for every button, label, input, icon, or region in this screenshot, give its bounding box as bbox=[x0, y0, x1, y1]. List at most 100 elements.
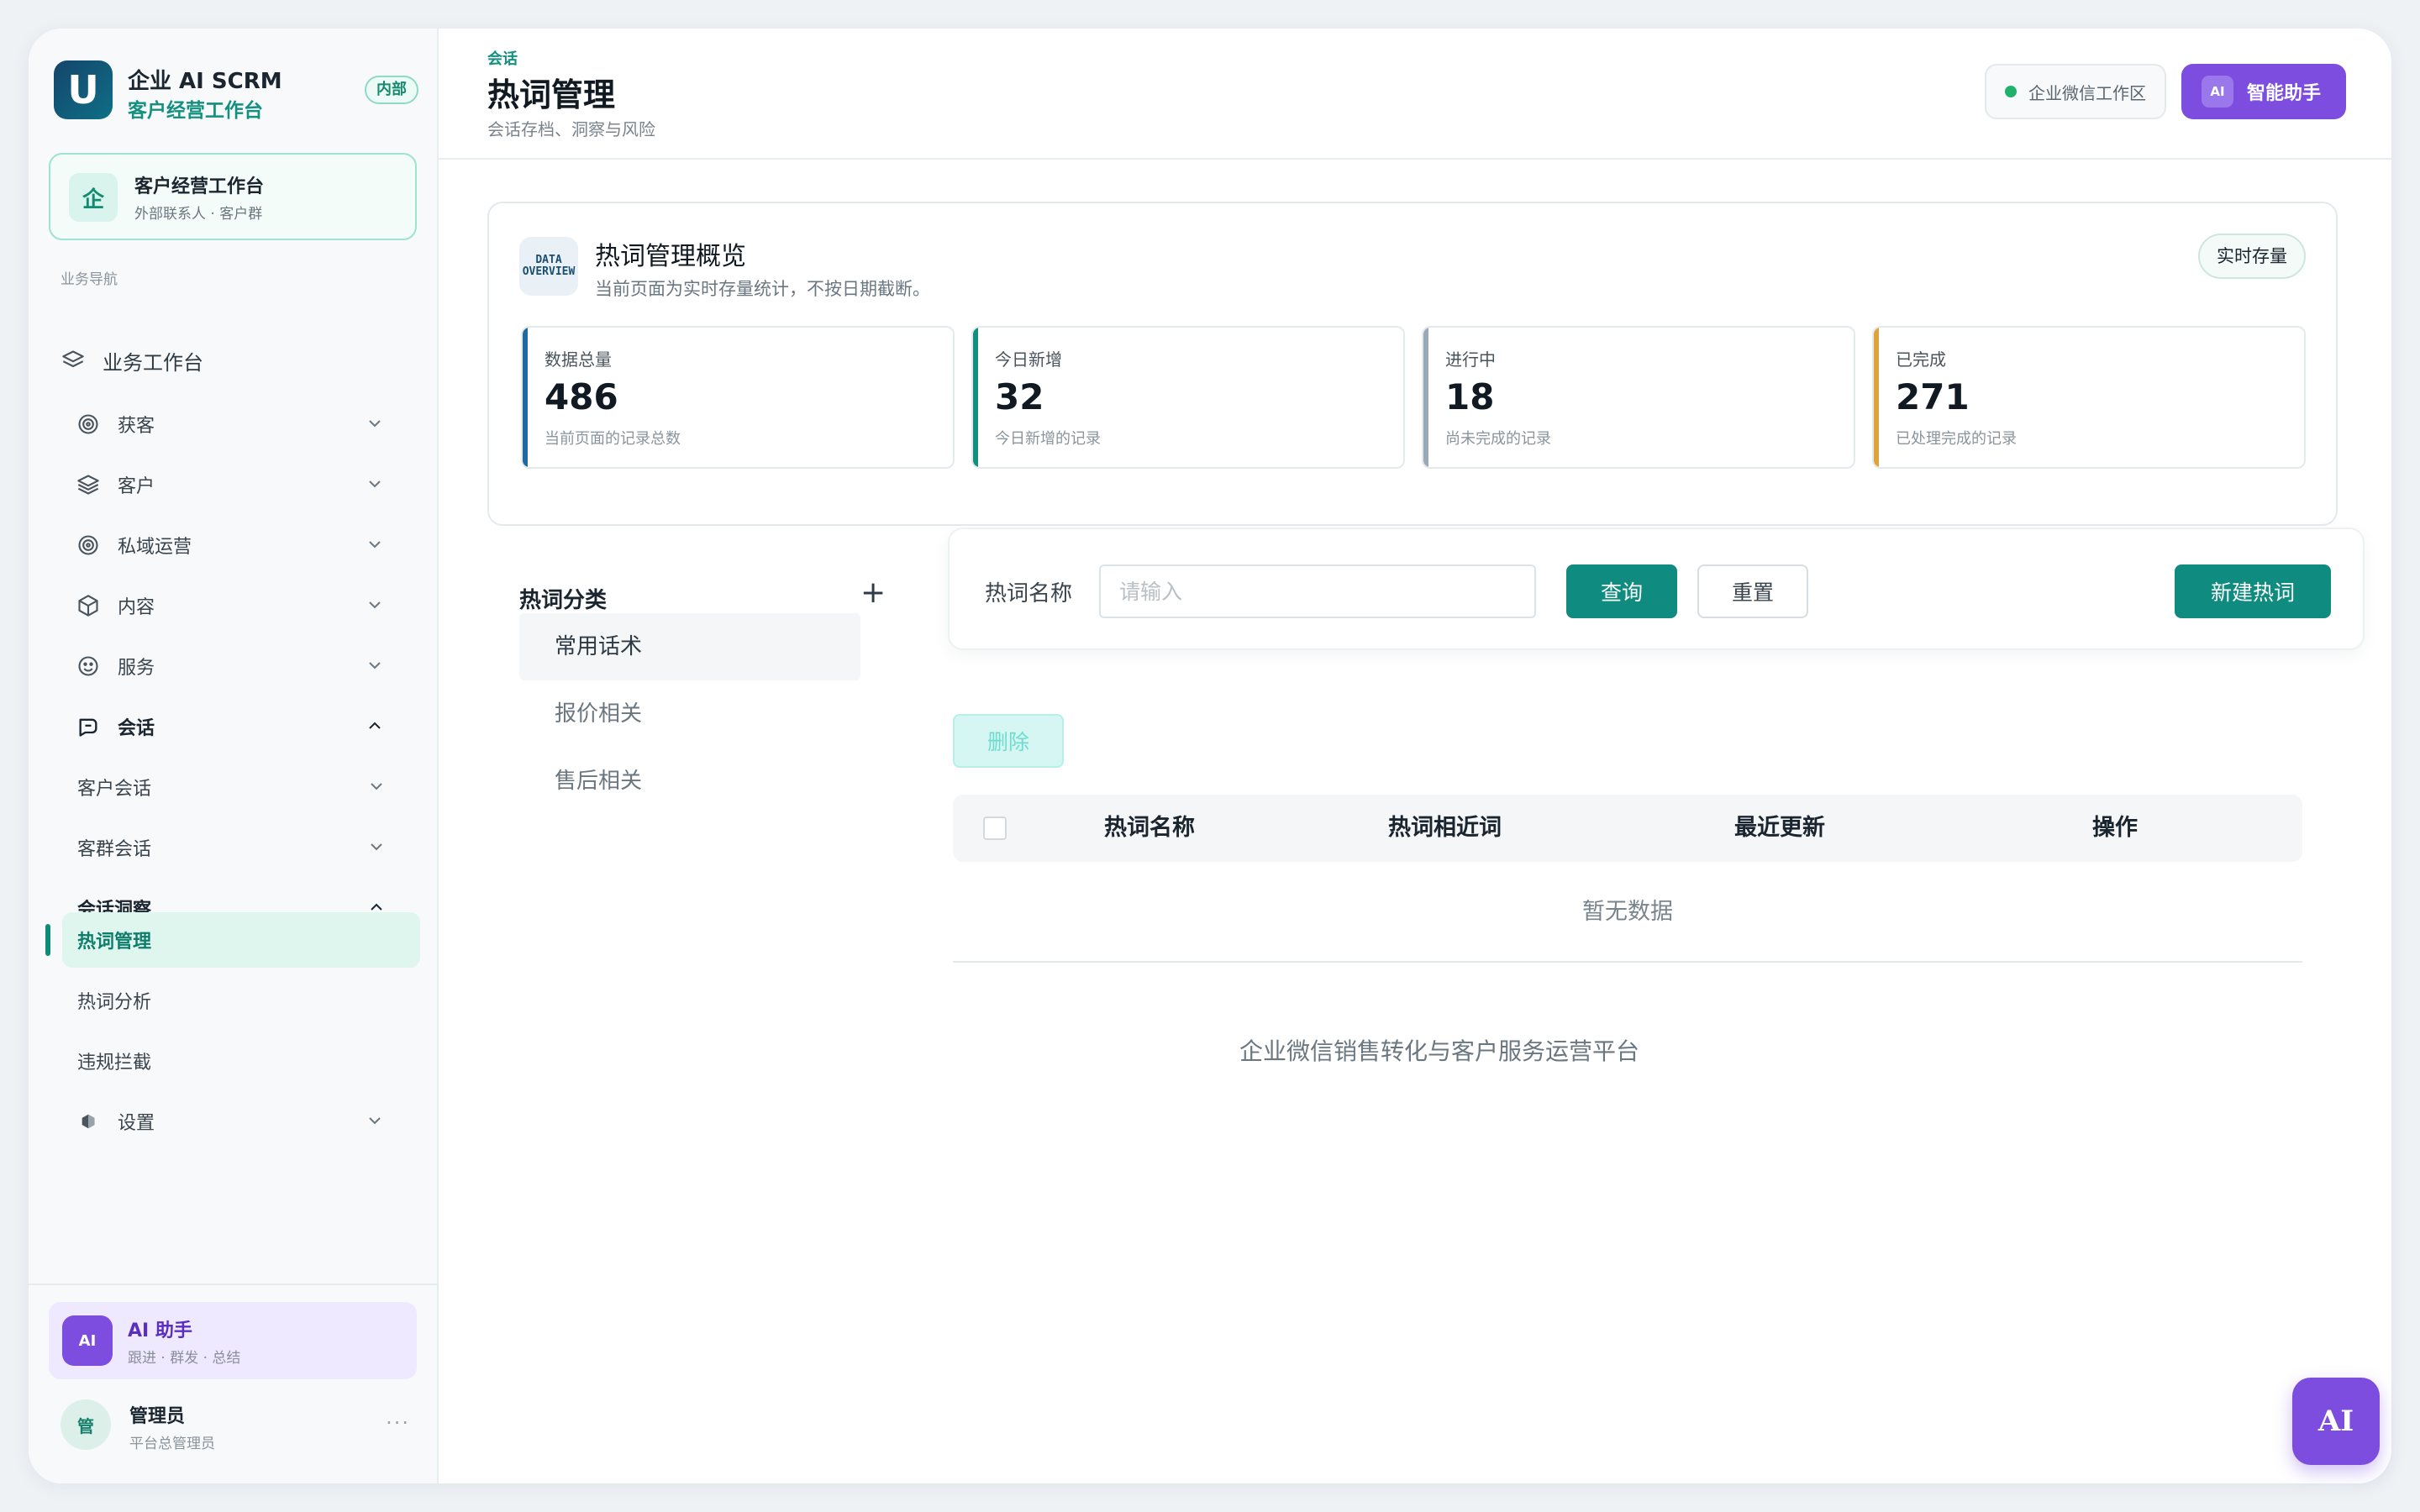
stat-value: 18 bbox=[1445, 376, 1495, 417]
overview-panel: DATA OVERVIEW 热词管理概览 当前页面为实时存量统计，不按日期截断。… bbox=[487, 202, 2338, 526]
nav-section-title: 业务导航 bbox=[60, 271, 118, 288]
internal-badge: 内部 bbox=[365, 76, 418, 104]
category-title: 热词分类 bbox=[519, 588, 608, 613]
stat-label: 今日新增 bbox=[995, 349, 1062, 370]
settings-icon bbox=[76, 1109, 101, 1134]
stat-note: 尚未完成的记录 bbox=[1445, 430, 1551, 448]
sidebar-item-private-ops[interactable]: 私域运营 bbox=[76, 517, 420, 573]
ai-assistant-card[interactable]: AI AI 助手 跟进 · 群发 · 总结 bbox=[49, 1302, 417, 1379]
sidebar-item-customer-chat[interactable]: 客户会话 bbox=[77, 759, 422, 815]
sidebar-item-violation-block[interactable]: 违规拦截 bbox=[77, 1033, 422, 1089]
stat-accent-bar bbox=[523, 328, 528, 467]
stat-card-completed: 已完成 271 已处理完成的记录 bbox=[1872, 326, 2306, 469]
page-title: 热词管理 bbox=[487, 76, 616, 113]
reset-button[interactable]: 重置 bbox=[1697, 564, 1808, 618]
more-icon[interactable]: ··· bbox=[386, 1411, 410, 1435]
layers-icon bbox=[76, 472, 101, 497]
chevron-down-icon bbox=[369, 601, 381, 609]
sidebar-item-hotword-manage[interactable]: 热词管理 bbox=[77, 912, 422, 968]
sidebar-item-group-chat[interactable]: 客群会话 bbox=[77, 820, 422, 875]
chevron-down-icon bbox=[369, 662, 381, 669]
target-icon bbox=[76, 412, 101, 437]
target-icon bbox=[76, 533, 101, 558]
sidebar-item-label: 设置 bbox=[118, 1113, 155, 1134]
sidebar-item-content[interactable]: 内容 bbox=[76, 578, 420, 633]
enterprise-icon: 企 bbox=[69, 173, 118, 222]
sidebar-item-label: 违规拦截 bbox=[77, 1053, 152, 1074]
sidebar-item-label: 热词管理 bbox=[77, 932, 152, 953]
delete-button[interactable]: 删除 bbox=[953, 714, 1064, 768]
add-category-icon[interactable]: + bbox=[860, 578, 886, 608]
workspace-chip-label: 企业微信工作区 bbox=[2028, 82, 2146, 103]
ai-icon: AI bbox=[2202, 76, 2233, 108]
column-last-updated: 最近更新 bbox=[1734, 815, 1825, 841]
stat-card-in-progress: 进行中 18 尚未完成的记录 bbox=[1422, 326, 1855, 469]
avatar: 管 bbox=[60, 1399, 111, 1450]
category-item[interactable]: 售后相关 bbox=[519, 748, 860, 815]
stat-value: 486 bbox=[544, 376, 618, 417]
hotword-name-input[interactable] bbox=[1099, 564, 1536, 618]
sidebar-item-label: 会话 bbox=[118, 718, 155, 739]
category-item[interactable]: 常用话术 bbox=[519, 613, 860, 680]
workspace-chip[interactable]: 企业微信工作区 bbox=[1985, 64, 2166, 119]
chat-icon bbox=[76, 714, 101, 739]
stat-note: 今日新增的记录 bbox=[995, 430, 1101, 448]
query-button[interactable]: 查询 bbox=[1566, 564, 1677, 618]
sidebar-item-settings[interactable]: 设置 bbox=[76, 1094, 420, 1149]
realtime-tag: 实时存量 bbox=[2198, 234, 2306, 279]
sidebar-item-customer[interactable]: 客户 bbox=[76, 457, 420, 512]
stat-note: 已处理完成的记录 bbox=[1896, 430, 2017, 448]
stat-value: 32 bbox=[995, 376, 1044, 417]
stat-note: 当前页面的记录总数 bbox=[544, 430, 681, 448]
sidebar-item-hotword-analysis[interactable]: 热词分析 bbox=[77, 973, 422, 1028]
page-header: 会话 热词管理 会话存档、洞察与风险 企业微信工作区 AI 智能助手 bbox=[439, 29, 2391, 160]
sidebar-item-label: 客户 bbox=[118, 476, 155, 497]
smart-assistant-button[interactable]: AI 智能助手 bbox=[2181, 64, 2346, 119]
column-similar-words: 热词相近词 bbox=[1388, 815, 1502, 841]
stat-label: 已完成 bbox=[1896, 349, 1946, 370]
chevron-down-icon bbox=[369, 480, 381, 488]
workspace-subtitle: 外部联系人 · 客户群 bbox=[134, 206, 263, 223]
smart-assistant-label: 智能助手 bbox=[2247, 83, 2322, 104]
sidebar-item-workbench[interactable]: 业务工作台 bbox=[60, 333, 420, 388]
user-profile[interactable]: 管 管理员 平台总管理员 ··· bbox=[60, 1396, 422, 1455]
ai-card-title: AI 助手 bbox=[128, 1320, 192, 1341]
hotword-name-label: 热词名称 bbox=[985, 581, 1073, 606]
smile-icon bbox=[76, 654, 101, 679]
user-role: 平台总管理员 bbox=[129, 1436, 215, 1452]
ai-icon: AI bbox=[62, 1315, 113, 1366]
stat-accent-bar bbox=[1874, 328, 1879, 467]
brand-title: 企业 AI SCRM bbox=[128, 69, 282, 94]
icon-text-line1: DATA bbox=[535, 254, 562, 266]
stat-accent-bar bbox=[1423, 328, 1428, 467]
sidebar-item-label: 私域运营 bbox=[118, 537, 192, 558]
brand-subtitle: 客户经营工作台 bbox=[128, 100, 263, 122]
stat-label: 进行中 bbox=[1445, 349, 1496, 370]
sidebar-item-service[interactable]: 服务 bbox=[76, 638, 420, 694]
floating-ai-button[interactable]: AI bbox=[2292, 1378, 2380, 1465]
brand[interactable]: U 企业 AI SCRM 客户经营工作台 内部 bbox=[54, 60, 418, 124]
workspace-card[interactable]: 企 客户经营工作台 外部联系人 · 客户群 bbox=[49, 153, 417, 240]
chevron-down-icon bbox=[369, 420, 381, 428]
sidebar-item-acquire[interactable]: 获客 bbox=[76, 396, 420, 452]
user-name: 管理员 bbox=[129, 1406, 186, 1427]
box-icon bbox=[76, 593, 101, 618]
sidebar-item-label: 内容 bbox=[118, 597, 155, 618]
sidebar-item-label: 客户会话 bbox=[77, 779, 152, 800]
breadcrumb[interactable]: 会话 bbox=[487, 47, 518, 69]
sidebar-divider bbox=[29, 1284, 439, 1285]
category-item[interactable]: 报价相关 bbox=[519, 680, 860, 748]
sidebar-item-label: 获客 bbox=[118, 416, 155, 437]
select-all-checkbox[interactable] bbox=[983, 816, 1007, 840]
search-panel: 热词名称 查询 重置 新建热词 bbox=[948, 528, 2365, 650]
page-description: 会话存档、洞察与风险 bbox=[487, 119, 655, 139]
chevron-down-icon bbox=[371, 843, 382, 851]
brand-logo-icon: U bbox=[54, 60, 113, 119]
table-header: 热词名称 热词相近词 最近更新 操作 bbox=[953, 795, 2302, 862]
chevron-up-icon bbox=[369, 722, 381, 729]
active-indicator bbox=[45, 924, 50, 956]
stat-card-today: 今日新增 32 今日新增的记录 bbox=[971, 326, 1405, 469]
new-hotword-button[interactable]: 新建热词 bbox=[2175, 564, 2331, 618]
chevron-down-icon bbox=[369, 1117, 381, 1125]
sidebar-item-conversation[interactable]: 会话 bbox=[76, 699, 420, 754]
